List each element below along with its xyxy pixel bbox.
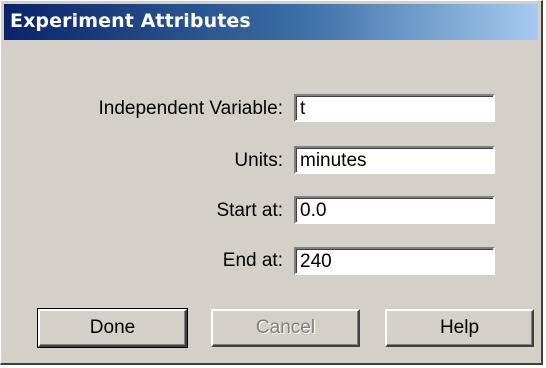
end-at-label: End at: [222,250,283,271]
help-button[interactable]: Help [385,309,534,347]
start-at-input[interactable]: 0.0 [294,196,495,224]
experiment-attributes-dialog: Experiment Attributes Independent Variab… [0,0,543,365]
window-title: Experiment Attributes [10,10,251,32]
cancel-button-label: Cancel [255,317,316,338]
independent-variable-input[interactable]: t [294,94,495,122]
cancel-button: Cancel [211,309,360,347]
done-button[interactable]: Done [37,308,188,348]
help-button-label: Help [439,317,480,338]
title-bar[interactable]: Experiment Attributes [4,4,538,40]
done-button-label: Done [89,317,136,338]
independent-variable-label: Independent Variable: [98,98,283,119]
units-label: Units: [234,150,283,171]
end-at-input[interactable]: 240 [294,247,495,275]
start-at-label: Start at: [216,200,283,221]
units-input[interactable]: minutes [294,146,495,174]
